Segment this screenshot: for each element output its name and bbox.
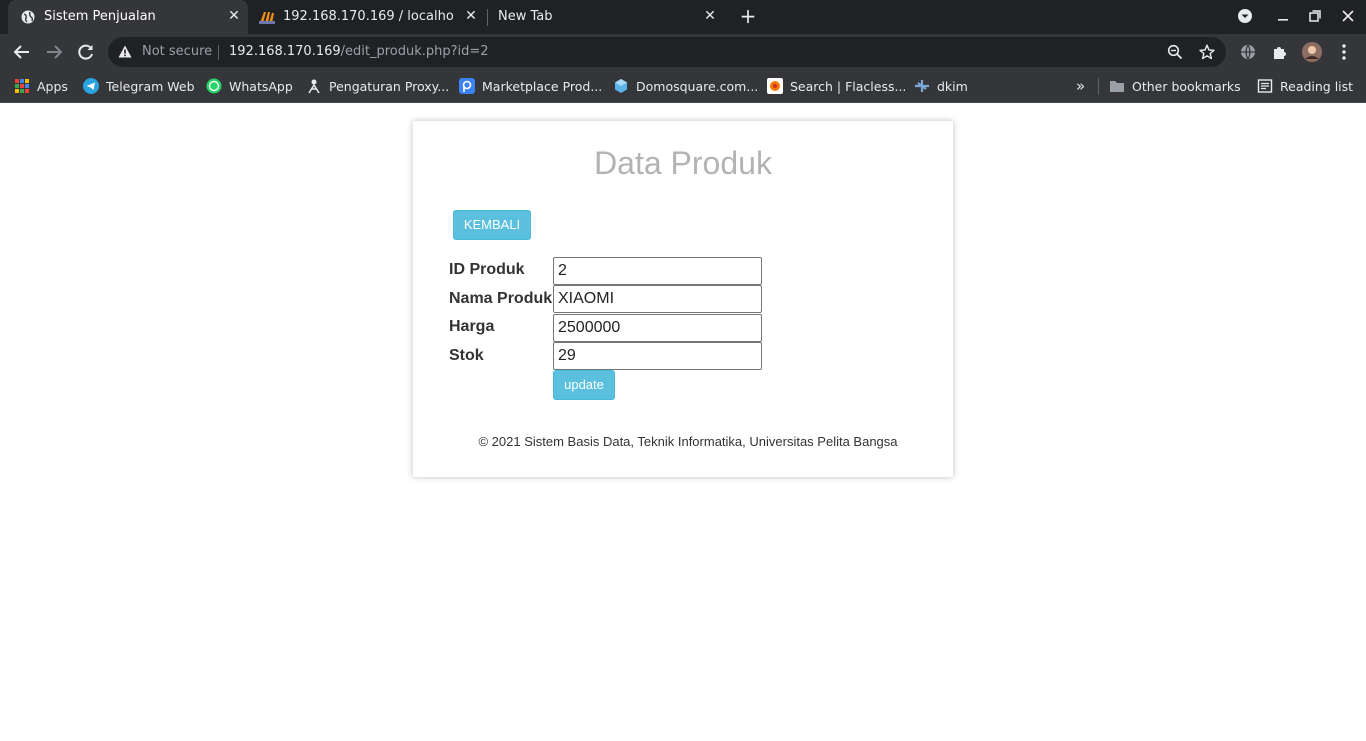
reading-list-icon <box>1257 78 1273 94</box>
close-tab-icon[interactable]: ✕ <box>702 8 718 24</box>
dkim-icon <box>914 78 930 94</box>
back-arrow-icon[interactable] <box>12 42 32 62</box>
bookmarks-bar: Apps Telegram Web WhatsApp Pengaturan Pr… <box>0 70 1366 103</box>
url-host: 192.168.170.169 <box>229 44 341 59</box>
new-tab-button[interactable]: + <box>738 6 758 26</box>
bookmark-domosquare[interactable]: Domosquare.com... <box>613 76 758 96</box>
bookmark-other-bookmarks[interactable]: Other bookmarks <box>1109 76 1241 96</box>
bookmark-dkim[interactable]: dkim <box>914 76 968 96</box>
bookmark-telegram-web[interactable]: Telegram Web <box>83 76 195 96</box>
close-tab-icon[interactable]: ✕ <box>463 8 479 24</box>
folder-icon <box>1109 78 1125 94</box>
url-path: /edit_produk.php?id=2 <box>340 44 489 59</box>
telegram-icon <box>83 78 99 94</box>
bookmark-pengaturan-proxy[interactable]: Pengaturan Proxy... <box>306 76 449 96</box>
bookmarks-divider <box>1098 78 1099 95</box>
reading-list-button[interactable]: Reading list <box>1257 76 1353 96</box>
back-button[interactable]: KEMBALI <box>453 210 531 240</box>
profile-avatar[interactable] <box>1302 42 1322 62</box>
bookmark-label: Other bookmarks <box>1132 78 1241 94</box>
kebab-menu-icon[interactable] <box>1334 42 1354 62</box>
proxy-icon <box>306 78 322 94</box>
browser-toolbar: Not secure 192.168.170.169/edit_produk.p… <box>0 34 1366 70</box>
tab-search-icon[interactable] <box>1236 7 1254 25</box>
apps-grid-icon <box>14 78 30 94</box>
tab-phpmyadmin[interactable]: 192.168.170.169 / localhost / phpMyAdmin… <box>248 0 488 34</box>
bookmark-label: Apps <box>37 78 68 94</box>
stok-input[interactable] <box>553 342 762 370</box>
security-status[interactable]: Not secure <box>142 44 212 59</box>
domosquare-icon <box>613 78 629 94</box>
forward-arrow-icon[interactable] <box>44 42 64 62</box>
flacless-icon <box>767 78 783 94</box>
url-text[interactable]: 192.168.170.169/edit_produk.php?id=2 <box>229 44 489 59</box>
bookmark-label: Search | Flacless... <box>790 78 907 94</box>
restore-icon[interactable] <box>1306 7 1324 25</box>
bookmark-marketplace[interactable]: Marketplace Prod... <box>459 76 602 96</box>
tab-bar: Sistem Penjualan ✕ 192.168.170.169 / loc… <box>0 0 1366 34</box>
tab-sistem-penjualan[interactable]: Sistem Penjualan ✕ <box>8 0 248 34</box>
stok-label: Stok <box>449 347 484 364</box>
harga-label: Harga <box>449 318 495 335</box>
nama-produk-input[interactable] <box>553 285 762 313</box>
warning-icon[interactable] <box>118 45 132 58</box>
bookmark-label: Pengaturan Proxy... <box>329 78 450 94</box>
vpn-globe-icon[interactable] <box>1238 42 1258 62</box>
bookmark-label: Domosquare.com... <box>636 78 759 94</box>
close-tab-icon[interactable]: ✕ <box>226 8 242 24</box>
bookmark-apps[interactable]: Apps <box>14 76 68 96</box>
footer-copyright: © 2021 Sistem Basis Data, Teknik Informa… <box>478 434 898 449</box>
bookmark-flacless[interactable]: Search | Flacless... <box>767 76 906 96</box>
bookmark-label: dkim <box>937 78 968 94</box>
bookmark-label: WhatsApp <box>229 78 293 94</box>
nama-produk-label: Nama Produk <box>449 290 553 307</box>
harga-input[interactable] <box>553 314 762 342</box>
phpmyadmin-icon <box>259 12 275 24</box>
id-produk-label: ID Produk <box>449 261 525 278</box>
minimize-icon[interactable] <box>1274 7 1292 25</box>
page-title: Data Produk <box>594 145 772 181</box>
tab-new-tab[interactable]: New Tab ✕ <box>488 0 728 34</box>
close-window-icon[interactable] <box>1339 7 1357 25</box>
marketplace-icon <box>459 78 475 94</box>
zoom-icon[interactable] <box>1167 44 1183 60</box>
more-bookmarks-chevron-icon[interactable]: » <box>1076 76 1085 96</box>
tab-title: New Tab <box>498 9 553 24</box>
bookmark-label: Reading list <box>1280 78 1354 94</box>
tab-title: Sistem Penjualan <box>44 9 156 24</box>
id-produk-input[interactable] <box>553 257 762 285</box>
tab-title: 192.168.170.169 / localhost / phpMyAdmin <box>283 9 453 24</box>
bookmark-star-icon[interactable] <box>1199 44 1215 60</box>
reload-icon[interactable] <box>76 42 96 62</box>
bookmark-whatsapp[interactable]: WhatsApp <box>206 76 293 96</box>
whatsapp-icon <box>206 78 222 94</box>
bookmark-label: Telegram Web <box>106 78 195 94</box>
address-bar[interactable]: Not secure 192.168.170.169/edit_produk.p… <box>108 37 1226 67</box>
globe-icon <box>21 10 35 24</box>
omnibox-divider <box>218 45 219 60</box>
bookmark-label: Marketplace Prod... <box>482 78 603 94</box>
extensions-puzzle-icon[interactable] <box>1270 42 1290 62</box>
update-button[interactable]: update <box>553 370 615 400</box>
